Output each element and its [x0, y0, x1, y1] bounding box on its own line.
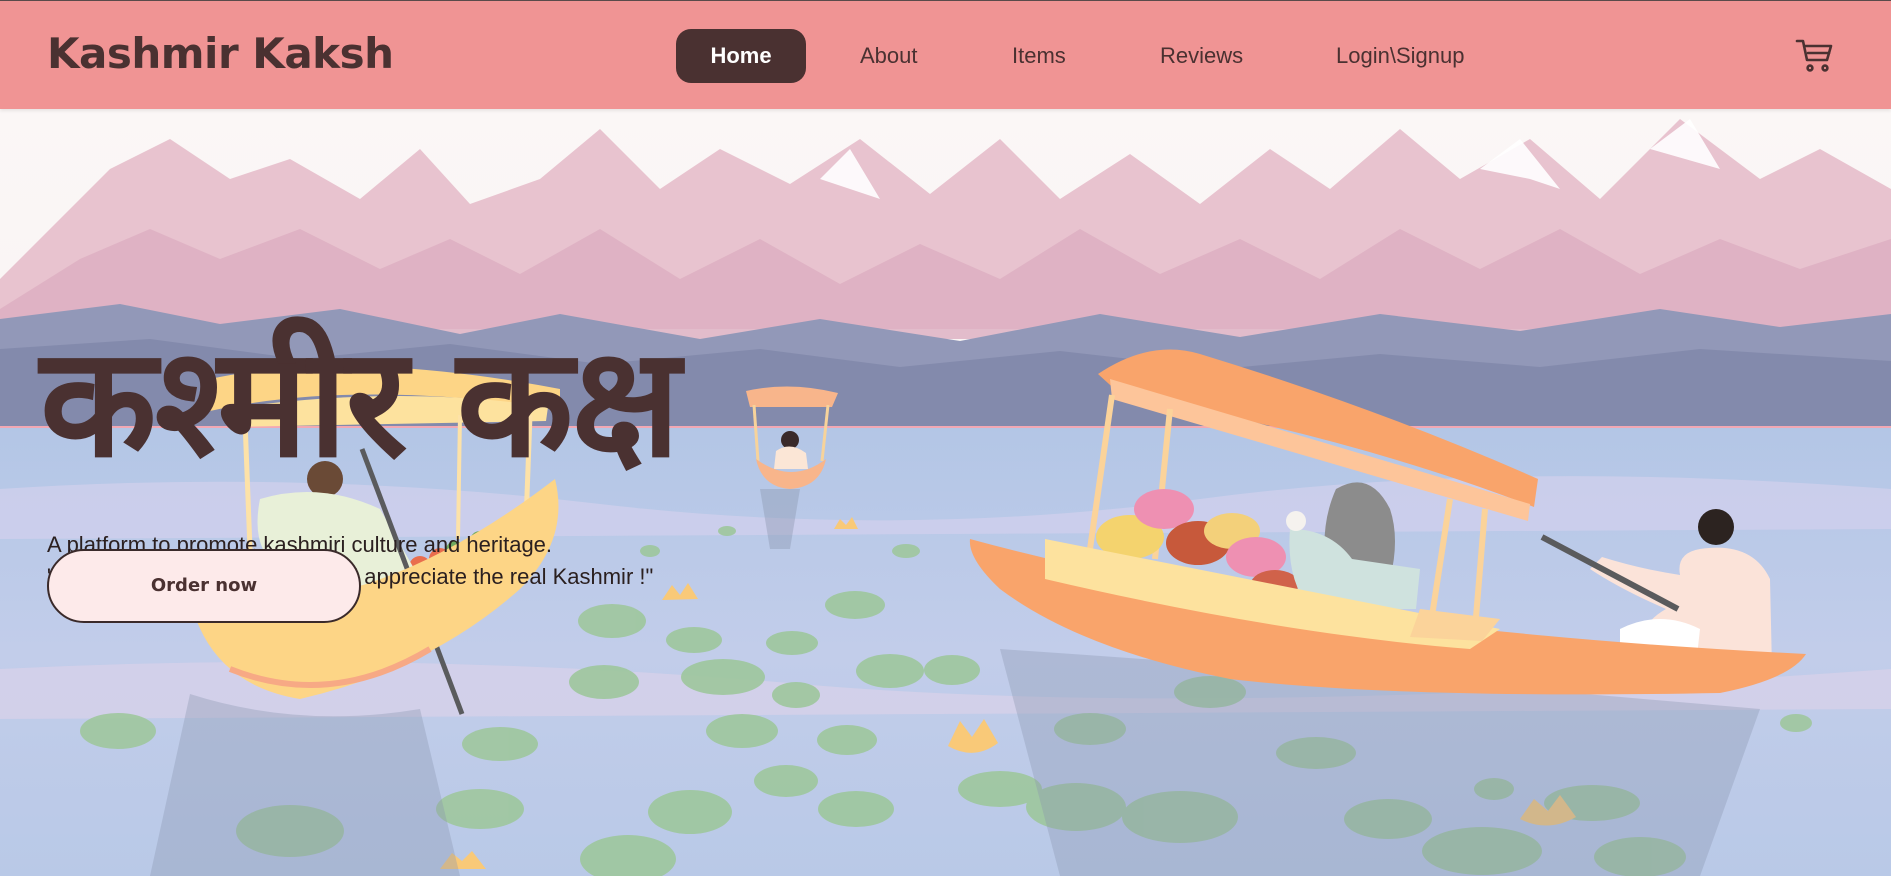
- nav-reviews[interactable]: Reviews: [1160, 29, 1243, 83]
- order-now-button[interactable]: Order now: [47, 549, 361, 623]
- hero-illustration: [0, 109, 1891, 876]
- nav-login-signup[interactable]: Login\Signup: [1336, 29, 1464, 83]
- cart-icon[interactable]: [1795, 37, 1833, 73]
- hero-section: कश्मीर कक्ष A platform to promote kashmi…: [0, 109, 1891, 876]
- hero-title: कश्मीर कक्ष: [40, 314, 680, 491]
- navbar: Kashmir Kaksh Home About Items Reviews L…: [0, 0, 1891, 109]
- nav-items[interactable]: Items: [1012, 29, 1066, 83]
- brand-logo[interactable]: Kashmir Kaksh: [47, 29, 394, 78]
- nav-about[interactable]: About: [860, 29, 918, 83]
- nav-home[interactable]: Home: [676, 29, 806, 83]
